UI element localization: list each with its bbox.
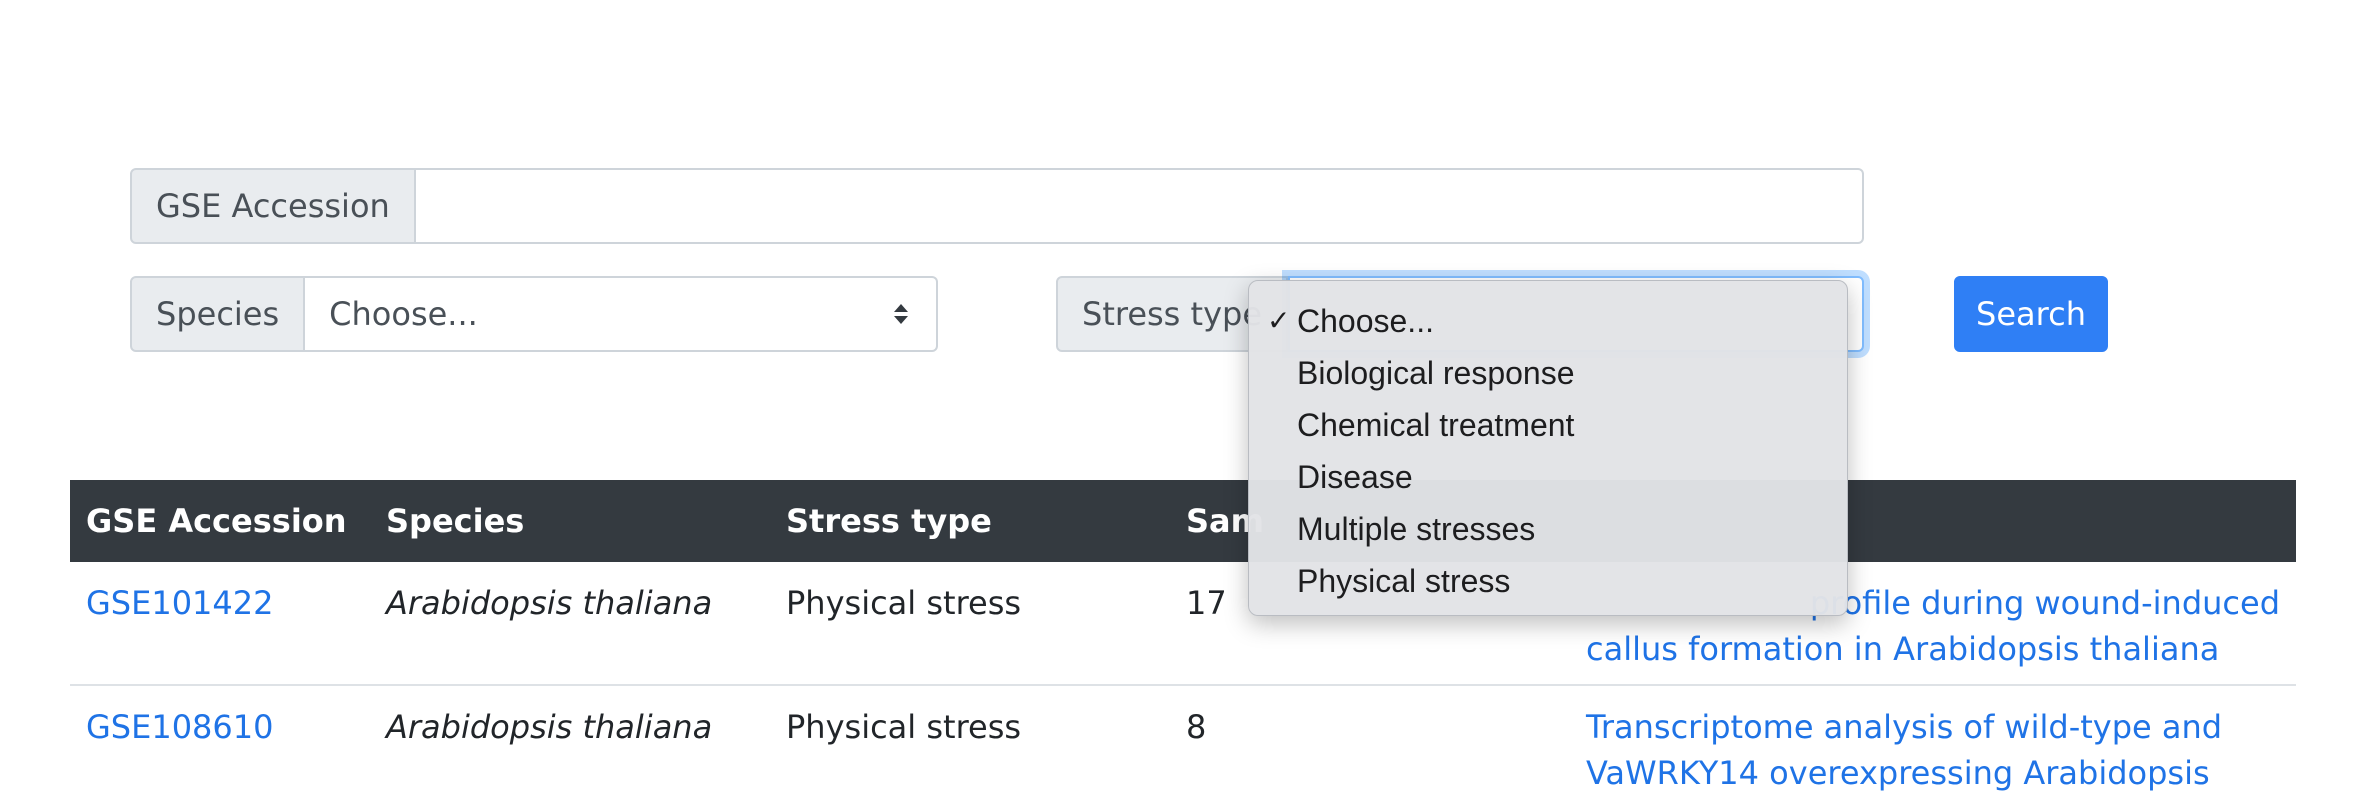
accession-link[interactable]: GSE108610 [86, 708, 273, 746]
title-line-2: callus formation in Arabidopsis thaliana [1586, 630, 2220, 668]
select-arrows-icon [894, 304, 908, 324]
dropdown-option-multiple-stresses[interactable]: Multiple stresses [1249, 503, 1847, 555]
species-select[interactable]: Choose... [305, 276, 938, 352]
dropdown-option-choose[interactable]: ✓ Choose... [1249, 295, 1847, 347]
dropdown-option-chemical-treatment[interactable]: Chemical treatment [1249, 399, 1847, 451]
column-header-stress-type[interactable]: Stress type [770, 480, 1170, 562]
gse-accession-label: GSE Accession [130, 168, 416, 244]
dropdown-option-disease[interactable]: Disease [1249, 451, 1847, 503]
cell-species: Arabidopsis thaliana [370, 562, 770, 686]
table-row: GSE101422 Arabidopsis thaliana Physical … [70, 562, 2296, 686]
species-group: Species Choose... [130, 276, 938, 352]
dropdown-option-physical-stress[interactable]: Physical stress [1249, 555, 1847, 607]
title-line-2: VaWRKY14 overexpressing Arabidopsis [1586, 754, 2210, 792]
cell-species: Arabidopsis thaliana [370, 685, 770, 808]
table-row: GSE108610 Arabidopsis thaliana Physical … [70, 685, 2296, 808]
dropdown-option-biological-response[interactable]: Biological response [1249, 347, 1847, 399]
cell-accession: GSE101422 [70, 562, 370, 686]
species-label: Species [130, 276, 306, 352]
results-table: GSE Accession Species Stress type Sam GS… [70, 480, 2296, 808]
accession-link[interactable]: GSE101422 [86, 584, 273, 622]
cell-samples: 8 [1170, 685, 1570, 808]
cell-title: Transcriptome analysis of wild-type and V… [1570, 685, 2296, 808]
stress-type-dropdown-menu: ✓ Choose... Biological response Chemical… [1248, 280, 1848, 616]
title-line-1: Transcriptome analysis of wild-type and [1586, 708, 2223, 746]
column-header-species[interactable]: Species [370, 480, 770, 562]
cell-stress-type: Physical stress [770, 562, 1170, 686]
search-button[interactable]: Search [1954, 276, 2108, 352]
checkmark-icon: ✓ [1267, 305, 1291, 336]
species-selected-value: Choose... [329, 295, 478, 333]
column-header-accession[interactable]: GSE Accession [70, 480, 370, 562]
gse-accession-group: GSE Accession [130, 168, 1864, 244]
dropdown-option-label: Choose... [1297, 303, 1434, 339]
title-link[interactable]: Transcriptome analysis of wild-type and V… [1586, 704, 2280, 796]
cell-stress-type: Physical stress [770, 685, 1170, 808]
gse-accession-input[interactable] [415, 168, 1864, 244]
cell-accession: GSE108610 [70, 685, 370, 808]
page: GSE Accession Species Choose... Stress t… [0, 0, 2366, 808]
table-header-row: GSE Accession Species Stress type Sam [70, 480, 2296, 562]
